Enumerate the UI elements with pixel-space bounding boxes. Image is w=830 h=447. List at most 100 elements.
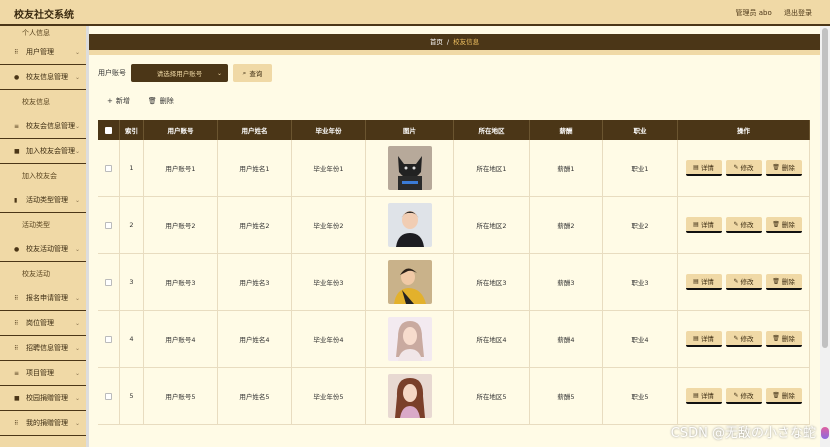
cell-year: 毕业年份4	[292, 311, 366, 367]
sidebar-item[interactable]: 个人信息	[0, 26, 86, 40]
actions-cell: ▤ 详情 ✎ 修改 🗑 删除	[678, 311, 810, 367]
edit-button[interactable]: ✎ 修改	[725, 331, 762, 347]
sidebar-item[interactable]: 加入校友会	[0, 164, 86, 188]
row-checkbox[interactable]	[105, 164, 112, 172]
add-button[interactable]: + 新增	[107, 96, 130, 106]
row-checkbox-cell	[98, 368, 120, 424]
row-checkbox[interactable]	[105, 221, 112, 229]
cell-name: 用户姓名1	[218, 140, 292, 196]
search-button[interactable]: ⌕ 查询	[233, 64, 272, 82]
table-header: 索引 用户账号 用户姓名 毕业年份 图片 所在地区 薪酬 职业 操作	[98, 120, 810, 140]
sidebar-group[interactable]: ■ 加入校友会管理 ⌄	[0, 139, 86, 164]
sidebar-group[interactable]: ● 校友活动管理 ⌄	[0, 237, 86, 262]
sidebar-group[interactable]: ● 校友信息管理 ⌄	[0, 65, 86, 90]
detail-button[interactable]: ▤ 详情	[685, 388, 722, 404]
cell-name: 用户姓名5	[218, 368, 292, 424]
sidebar-group[interactable]: ⠿ 招聘信息管理 ⌄	[0, 336, 86, 361]
row-delete-button-label: 删除	[781, 278, 795, 286]
sidebar-item[interactable]: 校友信息	[0, 90, 86, 114]
cell-salary: 薪酬1	[530, 140, 603, 196]
row-delete-button[interactable]: 🗑 删除	[765, 160, 802, 176]
search-icon: ⌕	[242, 68, 247, 77]
cell-salary: 薪酬5	[530, 368, 603, 424]
chevron-down-icon: ⌄	[74, 419, 80, 427]
avatar-image[interactable]	[387, 203, 432, 247]
detail-button[interactable]: ▤ 详情	[685, 274, 722, 290]
row-delete-button[interactable]: 🗑 删除	[765, 274, 802, 290]
pencil-icon: ✎	[733, 391, 739, 399]
sidebar-item[interactable]: 校友活动	[0, 262, 86, 286]
sidebar-group[interactable]: ▮ 活动类型管理 ⌄	[0, 188, 86, 213]
row-delete-button[interactable]: 🗑 删除	[765, 388, 802, 404]
avatar-image[interactable]	[387, 374, 432, 418]
edit-button-label: 修改	[740, 335, 754, 343]
app-title: 校友社交系统	[14, 10, 74, 21]
edit-button[interactable]: ✎ 修改	[725, 160, 762, 176]
avatar-image[interactable]	[387, 317, 432, 361]
sidebar-group[interactable]: ≡ 校友会信息管理 ⌄	[0, 114, 86, 139]
row-checkbox[interactable]	[105, 278, 112, 286]
column-header: 索引	[120, 120, 144, 140]
document-icon: ▤	[693, 334, 699, 342]
pencil-icon: ✎	[733, 220, 739, 228]
sidebar-group-label: 校友会信息管理	[26, 122, 75, 130]
breadcrumb-home[interactable]: 首页	[430, 38, 443, 46]
sidebar-group[interactable]: ⠿ 岗位管理 ⌄	[0, 311, 86, 336]
sidebar-group-label: 项目管理	[26, 369, 54, 377]
account-select[interactable]: 请选择用户账号 ⌄	[131, 64, 228, 82]
breadcrumb-current: 校友信息	[453, 38, 480, 46]
cell-job: 职业2	[603, 197, 678, 253]
delete-button[interactable]: 🗑 删除	[148, 96, 174, 106]
sidebar-group[interactable]: ⠿ 我的捐赠管理 ⌄	[0, 411, 86, 436]
page-scrollbar[interactable]	[820, 26, 830, 447]
sidebar-group-label: 加入校友会管理	[26, 147, 75, 155]
edit-button[interactable]: ✎ 修改	[725, 274, 762, 290]
row-delete-button[interactable]: 🗑 删除	[765, 217, 802, 233]
sidebar-group-label: 招聘信息管理	[26, 344, 68, 352]
row-delete-button[interactable]: 🗑 删除	[765, 331, 802, 347]
logout-link[interactable]: 退出登录	[784, 9, 812, 17]
table-row[interactable]: 4 用户账号4 用户姓名4 毕业年份4 所在地区4 薪酬4 职业4 ▤ 详情 ✎ 修改 🗑 删除	[98, 311, 810, 368]
cell-year: 毕业年份3	[292, 254, 366, 310]
edit-button[interactable]: ✎ 修改	[725, 217, 762, 233]
detail-button[interactable]: ▤ 详情	[685, 217, 722, 233]
plus-icon: +	[107, 97, 113, 105]
cell-account: 用户账号1	[144, 140, 218, 196]
row-checkbox[interactable]	[105, 335, 112, 343]
sidebar-item-label: 校友信息	[22, 98, 50, 106]
pencil-icon: ✎	[733, 163, 739, 171]
sidebar-item[interactable]: 活动类型	[0, 213, 86, 237]
table-row[interactable]: 1 用户账号1 用户姓名1 毕业年份1 所在地区1 薪酬1 职业1 ▤ 详情 ✎ 修改 🗑 删除	[98, 140, 810, 197]
cell-region: 所在地区5	[454, 368, 530, 424]
table-row[interactable]: 2 用户账号2 用户姓名2 毕业年份2 所在地区2 薪酬2 职业2 ▤ 详情 ✎ 修改 🗑 删除	[98, 197, 810, 254]
select-all-checkbox[interactable]	[105, 126, 112, 134]
table-row[interactable]: 5 用户账号5 用户姓名5 毕业年份5 所在地区5 薪酬5 职业5 ▤ 详情 ✎ 修改 🗑 删除	[98, 368, 810, 425]
sidebar-group[interactable]: ≡ 项目管理 ⌄	[0, 361, 86, 386]
sidebar-item-label: 活动类型	[22, 221, 50, 229]
column-header: 图片	[366, 120, 454, 140]
row-delete-button-label: 删除	[781, 392, 795, 400]
header-checkbox-cell	[98, 120, 120, 140]
chevron-down-icon: ⌄	[216, 69, 222, 77]
sidebar-group[interactable]: ■ 校园捐赠管理 ⌄	[0, 386, 86, 411]
chevron-down-icon: ⌄	[74, 48, 80, 56]
main-content: 首页 / 校友信息 用户账号 请选择用户账号 ⌄ ⌕ 查询 + 新增 🗑 删除 索引 用户…	[89, 26, 820, 447]
detail-button[interactable]: ▤ 详情	[685, 331, 722, 347]
sidebar-group-label: 用户管理	[26, 48, 54, 56]
avatar-image[interactable]	[387, 260, 432, 304]
image-cell	[366, 311, 454, 367]
sidebar-group[interactable]: ⠿ 报名申请管理 ⌄	[0, 286, 86, 311]
avatar-image[interactable]	[387, 146, 432, 190]
floating-handle[interactable]	[821, 427, 829, 439]
table-row[interactable]: 3 用户账号3 用户姓名3 毕业年份3 所在地区3 薪酬3 职业3 ▤ 详情 ✎ 修改 🗑 删除	[98, 254, 810, 311]
cell-account: 用户账号2	[144, 197, 218, 253]
row-checkbox[interactable]	[105, 392, 112, 400]
sidebar-group-label: 校友活动管理	[26, 245, 68, 253]
image-cell	[366, 368, 454, 424]
scrollbar-thumb[interactable]	[822, 28, 828, 348]
edit-button[interactable]: ✎ 修改	[725, 388, 762, 404]
search-button-label: 查询	[249, 70, 263, 78]
pencil-icon: ✎	[733, 334, 739, 342]
sidebar-group[interactable]: ⠿ 用户管理 ⌄	[0, 40, 86, 65]
detail-button[interactable]: ▤ 详情	[685, 160, 722, 176]
